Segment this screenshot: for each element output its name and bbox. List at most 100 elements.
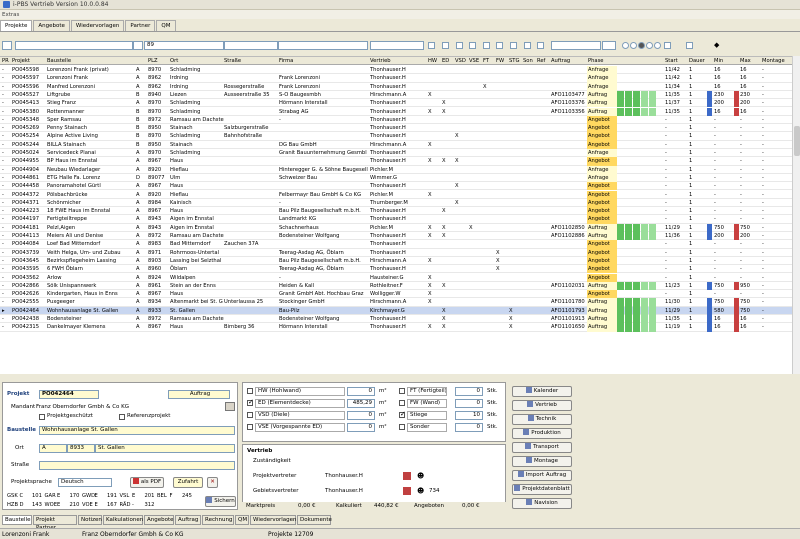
bottom-tab[interactable]: Rechnung <box>202 515 234 525</box>
edit-icon[interactable] <box>225 402 235 411</box>
land-field[interactable]: A <box>39 444 67 453</box>
filter-firma-input[interactable] <box>278 41 368 50</box>
table-row[interactable]: - PO045244 BILLA Stainach B 8950 Stainach DG B… <box>0 140 792 149</box>
table-row[interactable]: - PO044904 Neubau Wiedarlager A 8920 Hieflau H… <box>0 165 792 174</box>
tab-angebote[interactable]: Angebote <box>33 20 70 31</box>
table-row[interactable]: - PO044181 Pelzl,Aigen A 8943 Aigen im Ennsta… <box>0 223 792 232</box>
product-checkbox[interactable] <box>399 388 405 394</box>
filter-start-checkbox[interactable] <box>664 42 671 49</box>
filter-stg-checkbox[interactable] <box>510 42 517 49</box>
contact-card-icon[interactable] <box>403 472 411 480</box>
table-row[interactable]: - PO042866 Sölk Unispannwerk A 8961 Stein an … <box>0 281 792 291</box>
bottom-tab[interactable]: Projekt Partner <box>33 515 77 531</box>
pdf-button[interactable]: als PDF <box>130 477 164 488</box>
column-header[interactable]: Straße <box>224 57 241 65</box>
filter-son-checkbox[interactable] <box>524 42 531 49</box>
filter-projekt-input[interactable] <box>15 41 133 50</box>
side-button[interactable]: Transport <box>512 442 572 453</box>
filter-hw-checkbox[interactable] <box>428 42 435 49</box>
tab-partner[interactable]: Partner <box>125 20 156 31</box>
column-header[interactable]: FT <box>483 57 489 65</box>
table-row[interactable]: - PO044861 ETG Halle Fa. Lorenz D 89077 Ulm Sc… <box>0 173 792 183</box>
column-header[interactable]: FW <box>496 57 504 65</box>
filter-strasse-input[interactable] <box>224 41 278 50</box>
close-icon[interactable]: ✕ <box>207 477 218 488</box>
table-row[interactable]: - PO042438 Bodensteiner A 8972 Ramsau am Dach… <box>0 315 792 324</box>
product-value[interactable]: 0 <box>455 399 483 408</box>
table-row[interactable]: - PO045527 Liftgrube B 8940 Liezen Ausseerstra… <box>0 90 792 100</box>
sprache-dropdown[interactable]: Deutsch <box>58 478 112 487</box>
table-row[interactable]: - PO044955 BP Haus im Ennstal A 8967 Haus Thon… <box>0 157 792 166</box>
column-header[interactable]: Auftrag <box>551 57 570 65</box>
product-checkbox[interactable] <box>247 398 254 406</box>
table-row[interactable]: - PO045380 Rottenmanner B 8970 Schladming Stra… <box>0 107 792 116</box>
product-value[interactable]: 10 <box>455 411 483 420</box>
product-value[interactable]: 0 <box>347 411 375 420</box>
filter-vertrieb-dropdown[interactable] <box>370 41 424 50</box>
column-header[interactable]: Ort <box>170 57 178 65</box>
column-header[interactable]: Phase <box>588 57 604 65</box>
bottom-tab[interactable]: Angebote <box>144 515 174 525</box>
table-row[interactable]: - PO043562 Arlow A 8924 Wildalpen - Hausteiner.… <box>0 273 792 282</box>
table-row[interactable]: - PO045596 Manfred Lorenzoni A 8962 Irdning Ro… <box>0 82 792 91</box>
table-row[interactable]: - PO045348 Sper Ramsau B 8972 Ramsau am Dachs… <box>0 115 792 125</box>
grid-scrollbar[interactable] <box>792 56 800 374</box>
table-row[interactable]: - PO042626 Kindergarten, Haus in Enns A 8967… <box>0 290 792 299</box>
column-header[interactable]: STG <box>509 57 519 65</box>
product-value[interactable]: 0 <box>347 423 375 432</box>
column-header[interactable]: Vertrieb <box>370 57 391 65</box>
column-header[interactable]: VSE <box>469 57 479 65</box>
column-header[interactable]: Start <box>665 57 678 65</box>
column-header[interactable]: PLZ <box>148 57 158 65</box>
product-checkbox[interactable] <box>247 412 253 418</box>
product-checkbox[interactable] <box>399 410 406 418</box>
side-button[interactable]: Import Auftrag <box>512 470 572 481</box>
table-row[interactable]: - PO044113 Meiers Ali und Denise A 8972 Ramsa… <box>0 232 792 241</box>
contact-card-icon-2[interactable] <box>403 487 411 495</box>
filter-auftrag-input[interactable] <box>551 41 601 50</box>
table-row[interactable]: - PO045598 Lorenzoni Frank (privat) A 8970 Sc… <box>0 66 792 75</box>
column-header[interactable]: ED <box>442 57 449 65</box>
table-row[interactable]: - PO044371 Schönmicher A 8984 Kainisch - Thurnb… <box>0 198 792 208</box>
filter-ref-checkbox[interactable] <box>537 42 544 49</box>
table-row[interactable]: - PO045269 Penny Stainach B 8950 Stainach Salz… <box>0 124 792 133</box>
table-row[interactable]: - PO043645 Bezirkspflegeheim Lassing A 8903 L… <box>0 256 792 266</box>
person-icon[interactable]: ☻ <box>417 472 424 480</box>
table-row[interactable]: - PO043739 Veith Helga, Um- und Zubau A 8971… <box>0 248 792 257</box>
filter-min-checkbox[interactable] <box>686 42 693 49</box>
bottom-tab[interactable]: Kalkulationen <box>103 515 143 525</box>
column-header[interactable]: Baustelle <box>47 57 71 65</box>
product-value[interactable]: 0 <box>347 387 375 396</box>
table-row[interactable]: - PO044458 Panoramahotel Gürtl A 8967 Haus Tho… <box>0 182 792 191</box>
table-row[interactable]: - PO044372 Pölsbachbrücke A 8920 Hieflau Felbe… <box>0 190 792 199</box>
strasse-field[interactable] <box>39 461 235 470</box>
column-header[interactable]: HW <box>428 57 437 65</box>
filter-fw-checkbox[interactable] <box>496 42 503 49</box>
column-header[interactable]: Firma <box>279 57 293 65</box>
column-header[interactable]: VSD <box>455 57 466 65</box>
sichern-button[interactable]: Sichern <box>205 496 236 507</box>
column-header[interactable]: Ref <box>537 57 545 65</box>
table-row[interactable]: ▸ PO042464 Wohnhausanlage St. Gallen A 8933 S… <box>0 306 792 315</box>
bottom-tab[interactable]: Auftrag <box>175 515 201 525</box>
product-checkbox[interactable] <box>399 424 405 430</box>
scrollbar-thumb[interactable] <box>794 126 800 156</box>
person-icon-2[interactable]: ☻ <box>417 487 424 495</box>
zufahrt-button[interactable]: Zufahrt <box>173 477 203 488</box>
product-value[interactable]: 0 <box>455 423 483 432</box>
side-button[interactable]: Vertrieb <box>512 400 572 411</box>
column-header[interactable]: Son <box>523 57 533 65</box>
filter-vsd-checkbox[interactable] <box>456 42 463 49</box>
filter-phase-dropdown[interactable] <box>602 41 616 50</box>
filter-plz-input[interactable]: 89 <box>144 41 224 50</box>
plz-field[interactable]: 8933 <box>67 444 95 453</box>
table-row[interactable]: - PO044223 18 FWE Haus im Ennstal A 8967 Haus… <box>0 207 792 216</box>
tab-qm[interactable]: QM <box>156 20 176 31</box>
referenzprojekt-checkbox[interactable] <box>119 414 125 420</box>
filter-radio-3[interactable] <box>638 42 645 49</box>
table-row[interactable]: - PO044197 Fertigteiltreppe A 8943 Aigen im E… <box>0 215 792 224</box>
baustelle-field[interactable]: Wohnhausanlage St. Gallen <box>39 426 235 435</box>
ort-field[interactable]: St. Gallen <box>95 444 235 453</box>
menu-extras[interactable]: Extras <box>2 12 19 18</box>
column-header[interactable]: PR <box>2 57 9 65</box>
